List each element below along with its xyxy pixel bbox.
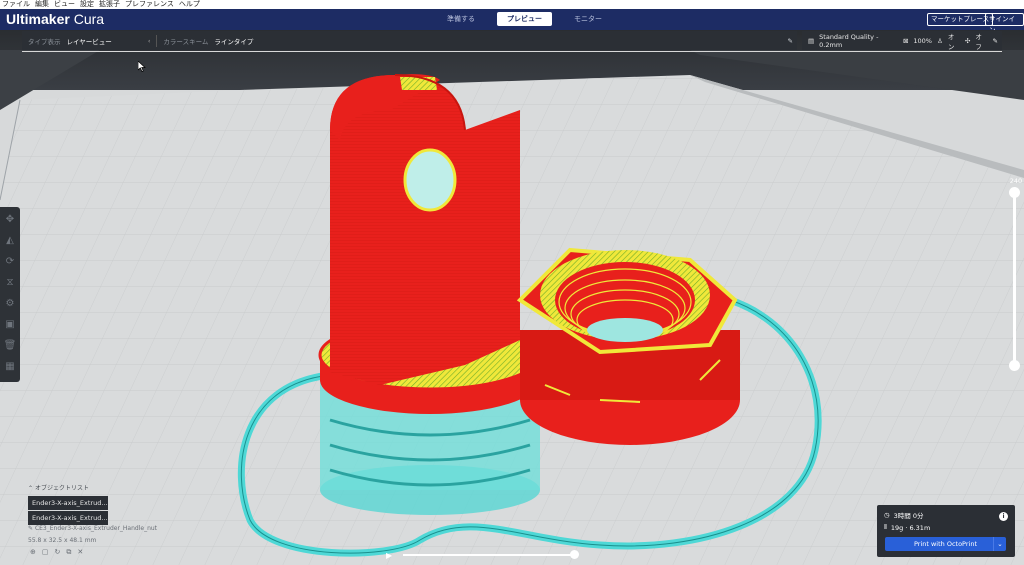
move-tool-icon[interactable]: ✥ <box>3 211 17 228</box>
layer-tool-icon[interactable]: ▦ <box>3 358 17 375</box>
quality-profile[interactable]: Standard Quality - 0.2mm <box>819 33 898 49</box>
edit-settings-icon[interactable]: ✎ <box>993 37 998 45</box>
material-icon: ⦀ <box>884 523 887 531</box>
simulation-handle[interactable] <box>570 550 579 559</box>
layer-slider-lower-handle[interactable] <box>1009 360 1020 371</box>
print-settings-bar[interactable]: ▤ Standard Quality - 0.2mm ⊠ 100% ♙ オン ✣… <box>802 31 1002 51</box>
clock-icon: ◷ <box>884 511 890 519</box>
print-summary-panel: ◷ 3時間 0分 ⦀ 19g · 6.31m i Print with Octo… <box>877 505 1015 557</box>
color-scheme-label: カラースキーム <box>163 37 209 46</box>
infill-icon: ⊠ <box>902 36 909 45</box>
print-with-octoprint-button[interactable]: Print with OctoPrint ⌄ <box>885 537 1006 551</box>
simulation-track[interactable] <box>403 554 575 556</box>
color-scheme-dropdown[interactable]: ラインタイプ <box>214 36 253 46</box>
material-usage: 19g · 6.31m <box>890 523 931 532</box>
pencil-icon[interactable]: ✎ <box>788 37 793 45</box>
build-plate-viewport[interactable] <box>0 0 1024 565</box>
view-type-dropdown[interactable]: レイヤービュー <box>67 36 112 46</box>
object-dimensions: 55.8 x 32.5 x 48.1 mm <box>28 537 97 544</box>
viewbar-underline <box>22 51 1002 52</box>
support-blocker-icon[interactable]: ▣ <box>3 316 17 333</box>
print-button-label: Print with OctoPrint <box>913 540 978 548</box>
layer-slider-track[interactable] <box>1013 192 1016 365</box>
object-list-item[interactable]: Ender3-X-axis_Extrud... <box>28 511 108 525</box>
infill-value: 100% <box>913 36 932 45</box>
viewbar-divider <box>156 34 158 47</box>
object-file-path: ✎ CE3_Ender3-X-axis_Extruder_Handle_nut <box>28 525 158 532</box>
refresh-icon[interactable]: ↻ <box>55 548 61 557</box>
tool-sidebar: ✥ ◭ ⟳ ⧖ ⚙ ▣ 🗑 ▦ <box>0 207 20 382</box>
layer-max-label: 240 <box>1009 177 1023 185</box>
object-list-title[interactable]: ⌃ オブジェクトリスト <box>28 483 108 492</box>
object-actions: ⊕ ▢ ↻ ⧉ ✕ <box>30 548 83 557</box>
handle-top-skin <box>400 77 437 90</box>
view-type-label: タイプ表示 <box>28 37 61 46</box>
mouse-cursor-icon <box>138 61 146 72</box>
adhesion-icon: ✣ <box>964 36 971 45</box>
arrange-icon[interactable]: ⧉ <box>66 548 71 557</box>
layer-slider-upper-handle[interactable] <box>1009 187 1020 198</box>
profile-icon: ▤ <box>808 36 815 45</box>
center-icon[interactable]: ⊕ <box>30 548 36 557</box>
object-list-item[interactable]: Ender3-X-axis_Extrud... <box>28 496 108 510</box>
delete-icon[interactable]: ✕ <box>77 548 83 557</box>
view-options-bar: タイプ表示 レイヤービュー ‹ カラースキーム ラインタイプ ✎ <box>22 31 797 50</box>
per-model-settings-icon[interactable]: ⚙ <box>3 295 17 312</box>
scale-tool-icon[interactable]: ◭ <box>3 232 17 249</box>
mirror-tool-icon[interactable]: ⧖ <box>3 274 17 291</box>
support-icon: ♙ <box>936 36 943 45</box>
chevron-down-icon[interactable]: ⌄ <box>993 537 1006 551</box>
simulation-controls: ▶ <box>386 548 581 562</box>
adhesion-value: オフ <box>975 32 982 51</box>
handle-hole <box>403 148 457 212</box>
info-icon[interactable]: i <box>999 512 1008 521</box>
collapse-chevron-icon[interactable]: ‹ <box>148 37 151 45</box>
print-time: 3時間 0分 <box>893 512 924 520</box>
object-list: ⌃ オブジェクトリスト Ender3-X-axis_Extrud... Ende… <box>28 483 108 526</box>
lock-icon[interactable]: ▢ <box>42 548 49 557</box>
support-value: オン <box>947 32 955 51</box>
delete-tool-icon[interactable]: 🗑 <box>3 337 17 354</box>
handle-tab <box>330 75 520 385</box>
rotate-tool-icon[interactable]: ⟳ <box>3 253 17 270</box>
play-icon[interactable]: ▶ <box>386 551 400 560</box>
